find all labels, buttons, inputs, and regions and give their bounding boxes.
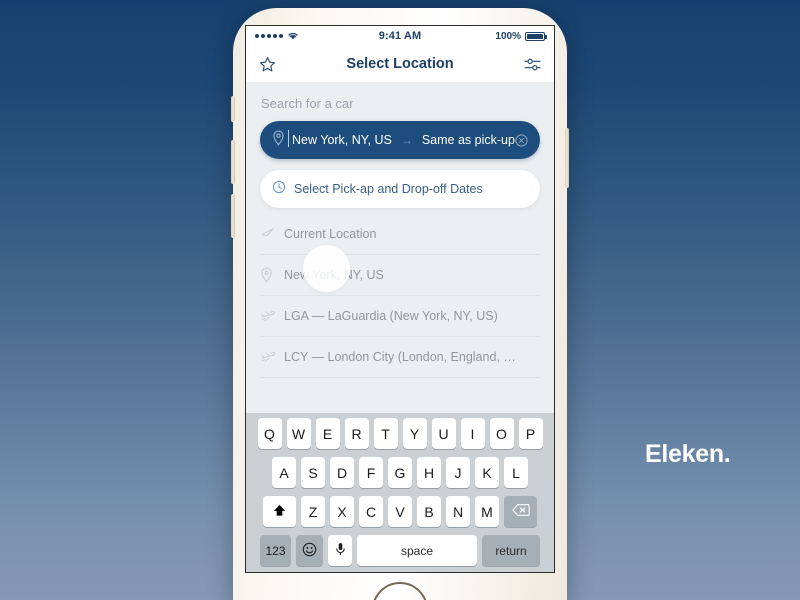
navigation-bar: Select Location bbox=[246, 46, 554, 82]
airplane-icon bbox=[260, 309, 284, 324]
pickup-location-value[interactable]: New York, NY, US bbox=[288, 130, 392, 147]
keyboard-row-3: Z X C V B N M bbox=[248, 496, 552, 527]
arrow-icon: → bbox=[400, 133, 413, 147]
phone-screen: 9:41 AM 100% Select Location Search for … bbox=[245, 25, 555, 573]
key-q[interactable]: Q bbox=[257, 418, 282, 449]
key-m[interactable]: M bbox=[475, 496, 499, 527]
volume-down-button[interactable] bbox=[231, 194, 235, 238]
clock-icon bbox=[272, 180, 286, 199]
backspace-key[interactable] bbox=[504, 496, 537, 527]
key-a[interactable]: A bbox=[272, 457, 296, 488]
key-f[interactable]: F bbox=[359, 457, 383, 488]
eleken-watermark: Eleken. bbox=[645, 440, 731, 468]
key-z[interactable]: Z bbox=[301, 496, 325, 527]
key-w[interactable]: W bbox=[286, 418, 311, 449]
key-e[interactable]: E bbox=[315, 418, 340, 449]
list-item[interactable]: LGA — LaGuardia (New York, NY, US) bbox=[260, 296, 540, 337]
key-p[interactable]: P bbox=[518, 418, 543, 449]
list-item-label: New York, NY, US bbox=[284, 268, 384, 282]
dropoff-location-value[interactable]: Same as pick-up bbox=[422, 133, 515, 147]
key-o[interactable]: O bbox=[489, 418, 514, 449]
star-outline-icon[interactable] bbox=[258, 55, 277, 74]
battery-full-icon bbox=[525, 31, 547, 41]
key-h[interactable]: H bbox=[417, 457, 441, 488]
emoji-key[interactable] bbox=[296, 535, 323, 566]
page-title: Select Location bbox=[346, 56, 454, 72]
home-button[interactable] bbox=[372, 582, 428, 600]
on-screen-keyboard: Q W E R T Y U I O P A S D F G H J K L Z … bbox=[246, 413, 554, 572]
key-x[interactable]: X bbox=[330, 496, 354, 527]
location-pill[interactable]: New York, NY, US → Same as pick-up bbox=[260, 121, 540, 159]
airplane-icon bbox=[260, 350, 284, 365]
status-bar: 9:41 AM 100% bbox=[246, 26, 554, 46]
map-pin-icon bbox=[272, 129, 285, 151]
search-panel: Search for a car New York, NY, US → Same… bbox=[246, 82, 554, 214]
key-c[interactable]: C bbox=[359, 496, 383, 527]
microphone-icon bbox=[335, 542, 346, 560]
key-v[interactable]: V bbox=[388, 496, 412, 527]
list-item[interactable]: LCY — London City (London, England, … bbox=[260, 337, 540, 378]
space-key[interactable]: space bbox=[357, 535, 477, 566]
numbers-key[interactable]: 123 bbox=[260, 535, 291, 566]
key-k[interactable]: K bbox=[475, 457, 499, 488]
location-suggestions-list: Current Location New York, NY, US LGA — … bbox=[246, 214, 554, 378]
clear-circle-icon[interactable] bbox=[515, 133, 528, 147]
key-r[interactable]: R bbox=[344, 418, 369, 449]
map-pin-icon bbox=[260, 267, 284, 283]
list-item-label: Current Location bbox=[284, 227, 377, 241]
list-item[interactable]: New York, NY, US bbox=[260, 255, 540, 296]
key-j[interactable]: J bbox=[446, 457, 470, 488]
keyboard-row-4: 123 space return bbox=[248, 535, 552, 566]
search-input[interactable]: Search for a car bbox=[260, 92, 540, 121]
key-b[interactable]: B bbox=[417, 496, 441, 527]
volume-up-button[interactable] bbox=[231, 140, 235, 184]
key-t[interactable]: T bbox=[373, 418, 398, 449]
keyboard-row-1: Q W E R T Y U I O P bbox=[248, 418, 552, 449]
power-button[interactable] bbox=[565, 128, 569, 188]
key-y[interactable]: Y bbox=[402, 418, 427, 449]
dates-pill[interactable]: Select Pick-ap and Drop-off Dates bbox=[260, 170, 540, 208]
key-i[interactable]: I bbox=[460, 418, 485, 449]
shift-arrow-icon bbox=[272, 503, 287, 521]
key-n[interactable]: N bbox=[446, 496, 470, 527]
list-item-label: LGA — LaGuardia (New York, NY, US) bbox=[284, 309, 498, 323]
key-s[interactable]: S bbox=[301, 457, 325, 488]
battery-percent-label: 100% bbox=[495, 30, 521, 42]
list-item-label: LCY — London City (London, England, … bbox=[284, 350, 516, 364]
list-item[interactable]: Current Location bbox=[260, 214, 540, 255]
backspace-icon bbox=[511, 503, 530, 520]
filter-sliders-icon[interactable] bbox=[523, 57, 542, 72]
return-key[interactable]: return bbox=[482, 535, 540, 566]
key-d[interactable]: D bbox=[330, 457, 354, 488]
navigation-arrow-icon bbox=[260, 227, 284, 242]
emoji-smiley-icon bbox=[302, 542, 317, 560]
shift-key[interactable] bbox=[263, 496, 296, 527]
screenshot-canvas: Eleken. 9:41 AM 100% Select Location Sea… bbox=[0, 0, 800, 600]
key-u[interactable]: U bbox=[431, 418, 456, 449]
status-bar-right: 100% bbox=[495, 30, 547, 42]
key-l[interactable]: L bbox=[504, 457, 528, 488]
iphone-device-frame: 9:41 AM 100% Select Location Search for … bbox=[231, 8, 569, 600]
key-g[interactable]: G bbox=[388, 457, 412, 488]
mute-switch[interactable] bbox=[231, 96, 235, 122]
dictation-key[interactable] bbox=[328, 535, 352, 566]
dates-pill-label: Select Pick-ap and Drop-off Dates bbox=[294, 182, 483, 196]
keyboard-row-2: A S D F G H J K L bbox=[248, 457, 552, 488]
